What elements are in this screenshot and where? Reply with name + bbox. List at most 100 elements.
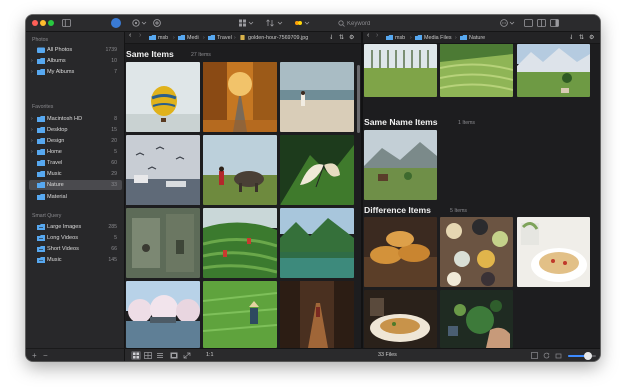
thumbnail-tea-terraces[interactable]: [203, 208, 277, 278]
rotate-icon[interactable]: [543, 352, 550, 359]
sidebar-item-home[interactable]: › Home 5: [29, 147, 122, 157]
sidebar-item-count: 145: [108, 257, 117, 263]
sidebar-item-count: 33: [111, 182, 117, 188]
thumbnail-old-wall[interactable]: [126, 208, 200, 278]
chevron-right-icon[interactable]: ›: [31, 149, 33, 155]
chevron-right-icon[interactable]: ›: [31, 69, 33, 75]
photos-icon: [37, 47, 45, 53]
forward-icon[interactable]: ›: [376, 32, 378, 39]
sidebar-item-all-photos[interactable]: All Photos 1739: [29, 45, 122, 55]
sort-icon[interactable]: [266, 19, 284, 27]
view-mode-icon[interactable]: [239, 19, 255, 27]
layout-split-icon[interactable]: [537, 19, 546, 27]
sidebar-item-travel[interactable]: Travel 60: [29, 158, 122, 168]
sidebar-item-large-images[interactable]: Large Images 285: [29, 222, 122, 232]
sidebar-item-design[interactable]: › Design 20: [29, 136, 122, 146]
sidebar-item-label: Home: [47, 149, 62, 155]
list-view-button[interactable]: [155, 351, 165, 360]
zoom-level[interactable]: 1:1: [206, 352, 214, 358]
settings-icon[interactable]: ⚙: [589, 35, 594, 41]
chevron-right-icon: ›: [173, 35, 175, 41]
sidebar-item-music[interactable]: Music 29: [29, 169, 122, 179]
breadcrumb-item[interactable]: msb: [158, 35, 168, 41]
thumbnail-noodle-dish[interactable]: [364, 290, 437, 348]
remove-source-button[interactable]: −: [43, 351, 48, 360]
sidebar-item-short-videos[interactable]: Short Videos 66: [29, 244, 122, 254]
filmstrip-view-button[interactable]: [169, 351, 179, 360]
file-count: 33 Files: [378, 352, 397, 358]
thumbnail-alpine-village[interactable]: [517, 44, 590, 97]
search-input[interactable]: [347, 19, 462, 28]
sidebar-item-desktop[interactable]: › Desktop 15: [29, 125, 122, 135]
folder-icon: [386, 35, 393, 40]
chevron-right-icon[interactable]: ›: [31, 127, 33, 133]
zoom-window-button[interactable]: [48, 20, 54, 26]
breadcrumb-item[interactable]: Media Files: [424, 35, 452, 41]
breadcrumb-item[interactable]: Travel: [217, 35, 232, 41]
sidebar-item-long-videos[interactable]: Long Videos 5: [29, 233, 122, 243]
thumbnail-butterfly[interactable]: [280, 135, 354, 205]
chevron-right-icon[interactable]: ›: [31, 116, 33, 122]
folder-icon: [37, 160, 45, 166]
left-pane-scrollbar[interactable]: [357, 65, 360, 133]
layout-single-icon[interactable]: [524, 19, 533, 27]
chevron-right-icon[interactable]: ›: [31, 138, 33, 144]
thumbnail-herbs-hands[interactable]: [440, 290, 513, 348]
search-field[interactable]: [331, 18, 471, 29]
thumbnail-croissants[interactable]: [364, 217, 437, 287]
sidebar-toggle-icon[interactable]: [62, 19, 71, 27]
slider-knob[interactable]: [584, 352, 593, 360]
thumbnail-mountain-lake[interactable]: [280, 208, 354, 278]
thumbnail-green-hills[interactable]: [440, 44, 513, 97]
tag-color-icon[interactable]: [294, 19, 312, 27]
breadcrumb-item[interactable]: Nature: [469, 35, 485, 41]
breadcrumb-item[interactable]: golden-hour-7569709.jpg: [248, 35, 308, 41]
add-icon[interactable]: [153, 19, 161, 27]
thumbnail-autumn-road[interactable]: [203, 62, 277, 132]
minimize-window-button[interactable]: [40, 20, 46, 26]
fit-icon[interactable]: [531, 352, 538, 359]
thumbnail-buffalo-field[interactable]: [203, 135, 277, 205]
thumbnail-mountain-cabin[interactable]: [364, 130, 437, 200]
sidebar-item-label: All Photos: [47, 47, 73, 53]
sidebar-item-my-albums[interactable]: › My Albums 7: [29, 67, 122, 77]
grid-view-button[interactable]: [131, 351, 141, 360]
settings-icon[interactable]: [132, 19, 148, 27]
filter-icon[interactable]: ⇃: [329, 35, 334, 41]
fullscreen-button[interactable]: [182, 351, 192, 360]
thumbnail-birds-water[interactable]: [126, 135, 200, 205]
image-file-icon: [240, 35, 245, 40]
breadcrumb-item[interactable]: msb: [395, 35, 405, 41]
thumbnail-spice-bowls[interactable]: [440, 217, 513, 287]
back-icon[interactable]: ‹: [129, 32, 131, 39]
thumbnail-cherry-blossom[interactable]: [126, 281, 200, 348]
sort-icon[interactable]: ⇅: [579, 35, 584, 41]
settings-icon[interactable]: ⚙: [349, 35, 354, 41]
section-title-smart-query: Smart Query: [32, 213, 62, 219]
folder-icon: [37, 194, 45, 200]
sidebar-item-material[interactable]: Material: [29, 192, 122, 202]
thumbnail-grass-field[interactable]: [364, 44, 437, 97]
sort-icon[interactable]: ⇅: [339, 35, 344, 41]
thumbnail-forest-path[interactable]: [280, 281, 354, 348]
thumbnail-pasta-plate[interactable]: [517, 217, 590, 287]
user-avatar[interactable]: [111, 18, 121, 28]
sidebar-item-smart-music[interactable]: Music 145: [29, 255, 122, 265]
close-window-button[interactable]: [32, 20, 38, 26]
inspector-icon[interactable]: [550, 19, 559, 27]
sidebar-item-nature[interactable]: Nature 33: [29, 180, 122, 190]
thumbnail-size-slider[interactable]: [568, 352, 596, 360]
thumbnail-beach-person[interactable]: [280, 62, 354, 132]
thumbnail-hot-air-balloon[interactable]: [126, 62, 200, 132]
sidebar-item-macintosh-hd[interactable]: › Macintosh HD 8: [29, 114, 122, 124]
filter-icon[interactable]: ⇃: [569, 35, 574, 41]
sidebar-item-albums[interactable]: › Albums 10: [29, 56, 122, 66]
back-icon[interactable]: ‹: [367, 32, 369, 39]
chevron-right-icon[interactable]: ›: [31, 58, 33, 64]
thumbnail-rice-field-farmer[interactable]: [203, 281, 277, 348]
small-grid-view-button[interactable]: [143, 351, 153, 360]
more-icon[interactable]: [500, 19, 516, 27]
breadcrumb-item[interactable]: Medi: [187, 35, 199, 41]
add-source-button[interactable]: +: [32, 351, 37, 360]
forward-icon[interactable]: ›: [139, 32, 141, 39]
